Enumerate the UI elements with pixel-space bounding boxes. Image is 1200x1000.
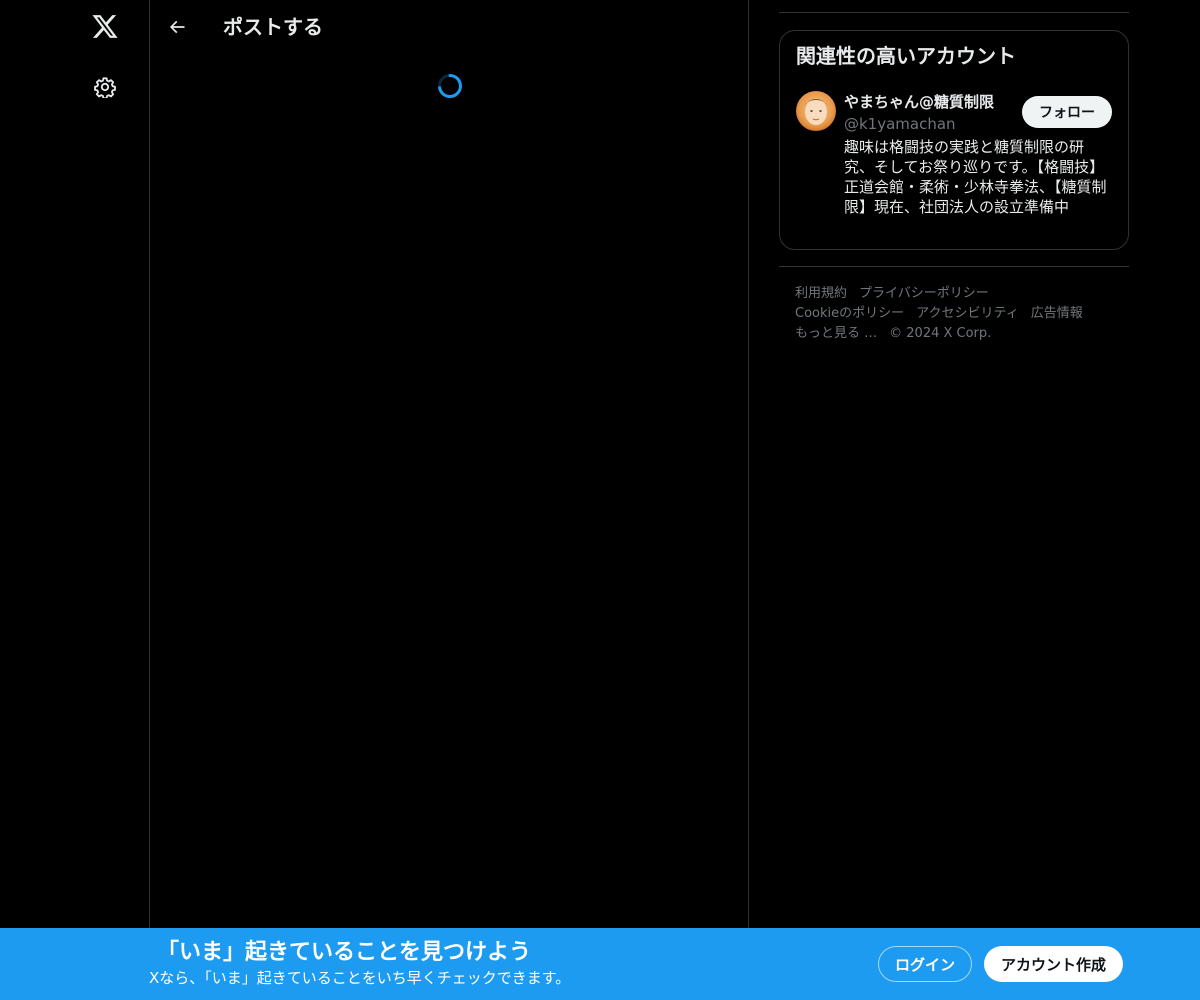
account-name[interactable]: やまちゃん@糖質制限 (844, 92, 994, 112)
footer-link-terms[interactable]: 利用規約 (795, 286, 847, 301)
account-handle[interactable]: @k1yamachan (844, 114, 956, 134)
follow-button[interactable]: フォロー (1022, 96, 1112, 128)
x-logo-glyph (92, 15, 118, 38)
x-logo-icon[interactable] (83, 6, 127, 50)
main-column: ポストする (149, 0, 749, 1000)
page-header: ポストする (150, 0, 748, 53)
footer-copyright: © 2024 X Corp. (889, 326, 992, 341)
back-button[interactable] (158, 8, 196, 46)
avatar-image (796, 91, 836, 131)
settings-button[interactable] (83, 65, 127, 109)
footer-link-privacy[interactable]: プライバシーポリシー (859, 286, 989, 301)
footer-link-more[interactable]: もっと見る … (795, 326, 877, 341)
arrow-left-icon (169, 20, 185, 34)
banner-title: 「いま」起きていることを見つけよう (157, 940, 532, 965)
footer-link-cookies[interactable]: Cookieのポリシー (795, 306, 904, 321)
loading-spinner (438, 74, 462, 98)
gear-icon (94, 77, 116, 98)
avatar[interactable] (796, 91, 836, 131)
divider (779, 266, 1129, 267)
who-to-follow-card: 関連性の高いアカウント やまちゃん@糖質制限 @k1yamachan フォロー … (779, 30, 1129, 250)
footer-row: 利用規約 プライバシーポリシー (795, 284, 1113, 304)
footer-row: もっと見る … © 2024 X Corp. (795, 324, 1113, 344)
banner-subtitle: Xなら、「いま」起きていることをいち早くチェックできます。 (149, 969, 571, 987)
footer-links: 利用規約 プライバシーポリシー Cookieのポリシー アクセシビリティ 広告情報 も… (795, 284, 1125, 344)
signup-button[interactable]: アカウント作成 (984, 946, 1123, 982)
login-button[interactable]: ログイン (878, 946, 972, 982)
left-nav (0, 0, 149, 1000)
footer-link-accessibility[interactable]: アクセシビリティ (916, 306, 1019, 321)
page-title: ポストする (223, 15, 323, 39)
divider (779, 12, 1129, 13)
footer-link-ads[interactable]: 広告情報 (1031, 306, 1083, 321)
card-title: 関連性の高いアカウント (796, 44, 1016, 68)
account-bio: 趣味は格闘技の実践と糖質制限の研究、そしてお祭り巡りです。【格闘技】正道会館・柔… (844, 138, 1107, 216)
footer-row: Cookieのポリシー アクセシビリティ 広告情報 (795, 304, 1113, 324)
